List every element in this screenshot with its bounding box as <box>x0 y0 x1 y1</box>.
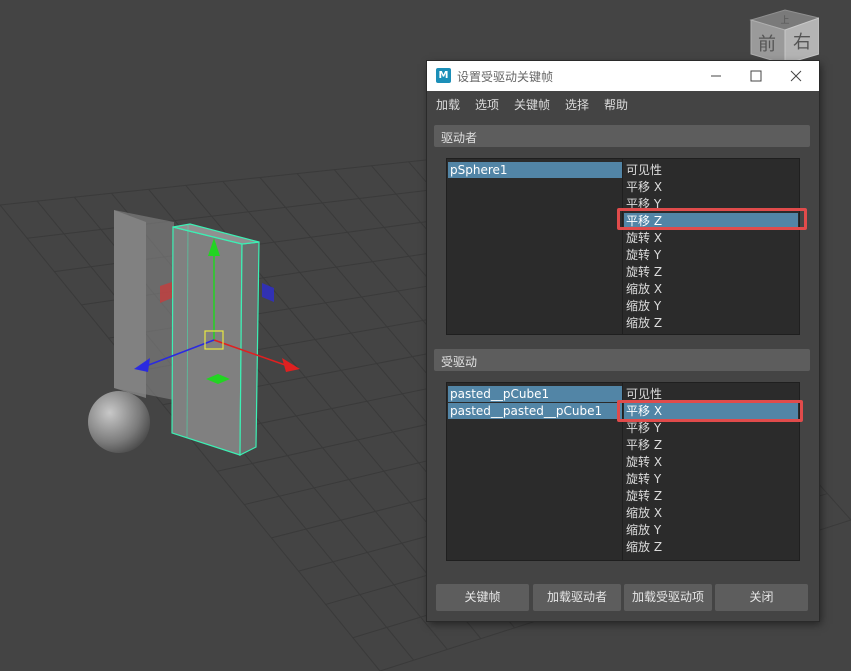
minimize-icon <box>711 75 721 77</box>
driven-section-label: 受驱动 <box>441 355 478 369</box>
driver-attribute-item[interactable]: 缩放 Z <box>624 315 798 331</box>
close-window-button[interactable] <box>781 65 811 87</box>
maximize-button[interactable] <box>741 65 771 87</box>
menu-load[interactable]: 加载 <box>436 96 460 113</box>
sphere-object <box>88 391 150 453</box>
driver-attribute-item[interactable]: 旋转 Y <box>624 247 798 263</box>
driver-attribute-item[interactable]: 缩放 Y <box>624 298 798 314</box>
menu-help[interactable]: 帮助 <box>604 96 628 113</box>
driven-attribute-item[interactable]: 缩放 Y <box>624 522 798 538</box>
title-bar[interactable]: M 设置受驱动关键帧 <box>427 61 819 91</box>
window-title: 设置受驱动关键帧 <box>457 70 554 84</box>
pasted-cube-back-side <box>114 210 174 400</box>
view-cube-front-label[interactable]: 前 <box>758 34 776 55</box>
menu-keyframe[interactable]: 关键帧 <box>514 96 550 113</box>
driven-attribute-item[interactable]: 旋转 Y <box>624 471 798 487</box>
driven-attribute-item[interactable]: 缩放 Z <box>624 539 798 555</box>
selected-cube-side <box>239 241 260 456</box>
driven-object-item[interactable]: pasted__pCube1 <box>448 386 622 402</box>
load-driver-button[interactable]: 加载驱动者 <box>533 584 621 611</box>
driver-attribute-highlight <box>617 208 807 230</box>
driven-attribute-item[interactable]: 缩放 X <box>624 505 798 521</box>
selected-cube-front <box>171 226 243 456</box>
menu-bar: 加载 选项 关键帧 选择 帮助 <box>427 91 819 115</box>
driver-section-label: 驱动者 <box>441 131 478 145</box>
set-driven-key-dialog: M 设置受驱动关键帧 加载 选项 关键帧 选择 帮助 驱动者 pSphere1 … <box>427 61 819 621</box>
driven-attribute-item[interactable]: 旋转 Z <box>624 488 798 504</box>
view-cube[interactable]: 上 前 右 <box>749 8 821 68</box>
menu-select[interactable]: 选择 <box>565 96 589 113</box>
menu-options[interactable]: 选项 <box>475 96 499 113</box>
maya-app-icon: M <box>436 68 451 83</box>
driven-attribute-item[interactable]: 平移 Y <box>624 420 798 436</box>
driver-attribute-list[interactable]: 可见性 平移 X 平移 Y 平移 Z 旋转 X 旋转 Y 旋转 Z 缩放 X 缩放 Y 缩放 Z <box>622 158 800 335</box>
driver-object-list[interactable]: pSphere1 <box>446 158 624 335</box>
close-button[interactable]: 关闭 <box>715 584 808 611</box>
close-icon <box>790 70 802 82</box>
driver-attribute-item[interactable]: 平移 X <box>624 179 798 195</box>
driven-attribute-highlight <box>617 400 803 422</box>
driver-attribute-item[interactable]: 旋转 Z <box>624 264 798 280</box>
driver-section-header[interactable]: 驱动者 <box>434 125 810 147</box>
view-cube-top-label[interactable]: 上 <box>780 15 789 26</box>
maximize-icon <box>750 70 762 82</box>
driven-section-header[interactable]: 受驱动 <box>434 349 810 371</box>
driven-attribute-item[interactable]: 旋转 X <box>624 454 798 470</box>
driver-attribute-item[interactable]: 可见性 <box>624 162 798 178</box>
minimize-button[interactable] <box>701 65 731 87</box>
driven-object-list[interactable]: pasted__pCube1 pasted__pasted__pCube1 <box>446 382 624 561</box>
driver-object-item[interactable]: pSphere1 <box>448 162 622 178</box>
driver-attribute-item[interactable]: 缩放 X <box>624 281 798 297</box>
view-cube-right-label[interactable]: 右 <box>793 32 811 53</box>
driven-object-item[interactable]: pasted__pasted__pCube1 <box>448 403 622 419</box>
load-driven-button[interactable]: 加载受驱动项 <box>624 584 712 611</box>
keyframe-button[interactable]: 关键帧 <box>436 584 529 611</box>
driven-attribute-item[interactable]: 平移 Z <box>624 437 798 453</box>
driver-attribute-item[interactable]: 旋转 X <box>624 230 798 246</box>
